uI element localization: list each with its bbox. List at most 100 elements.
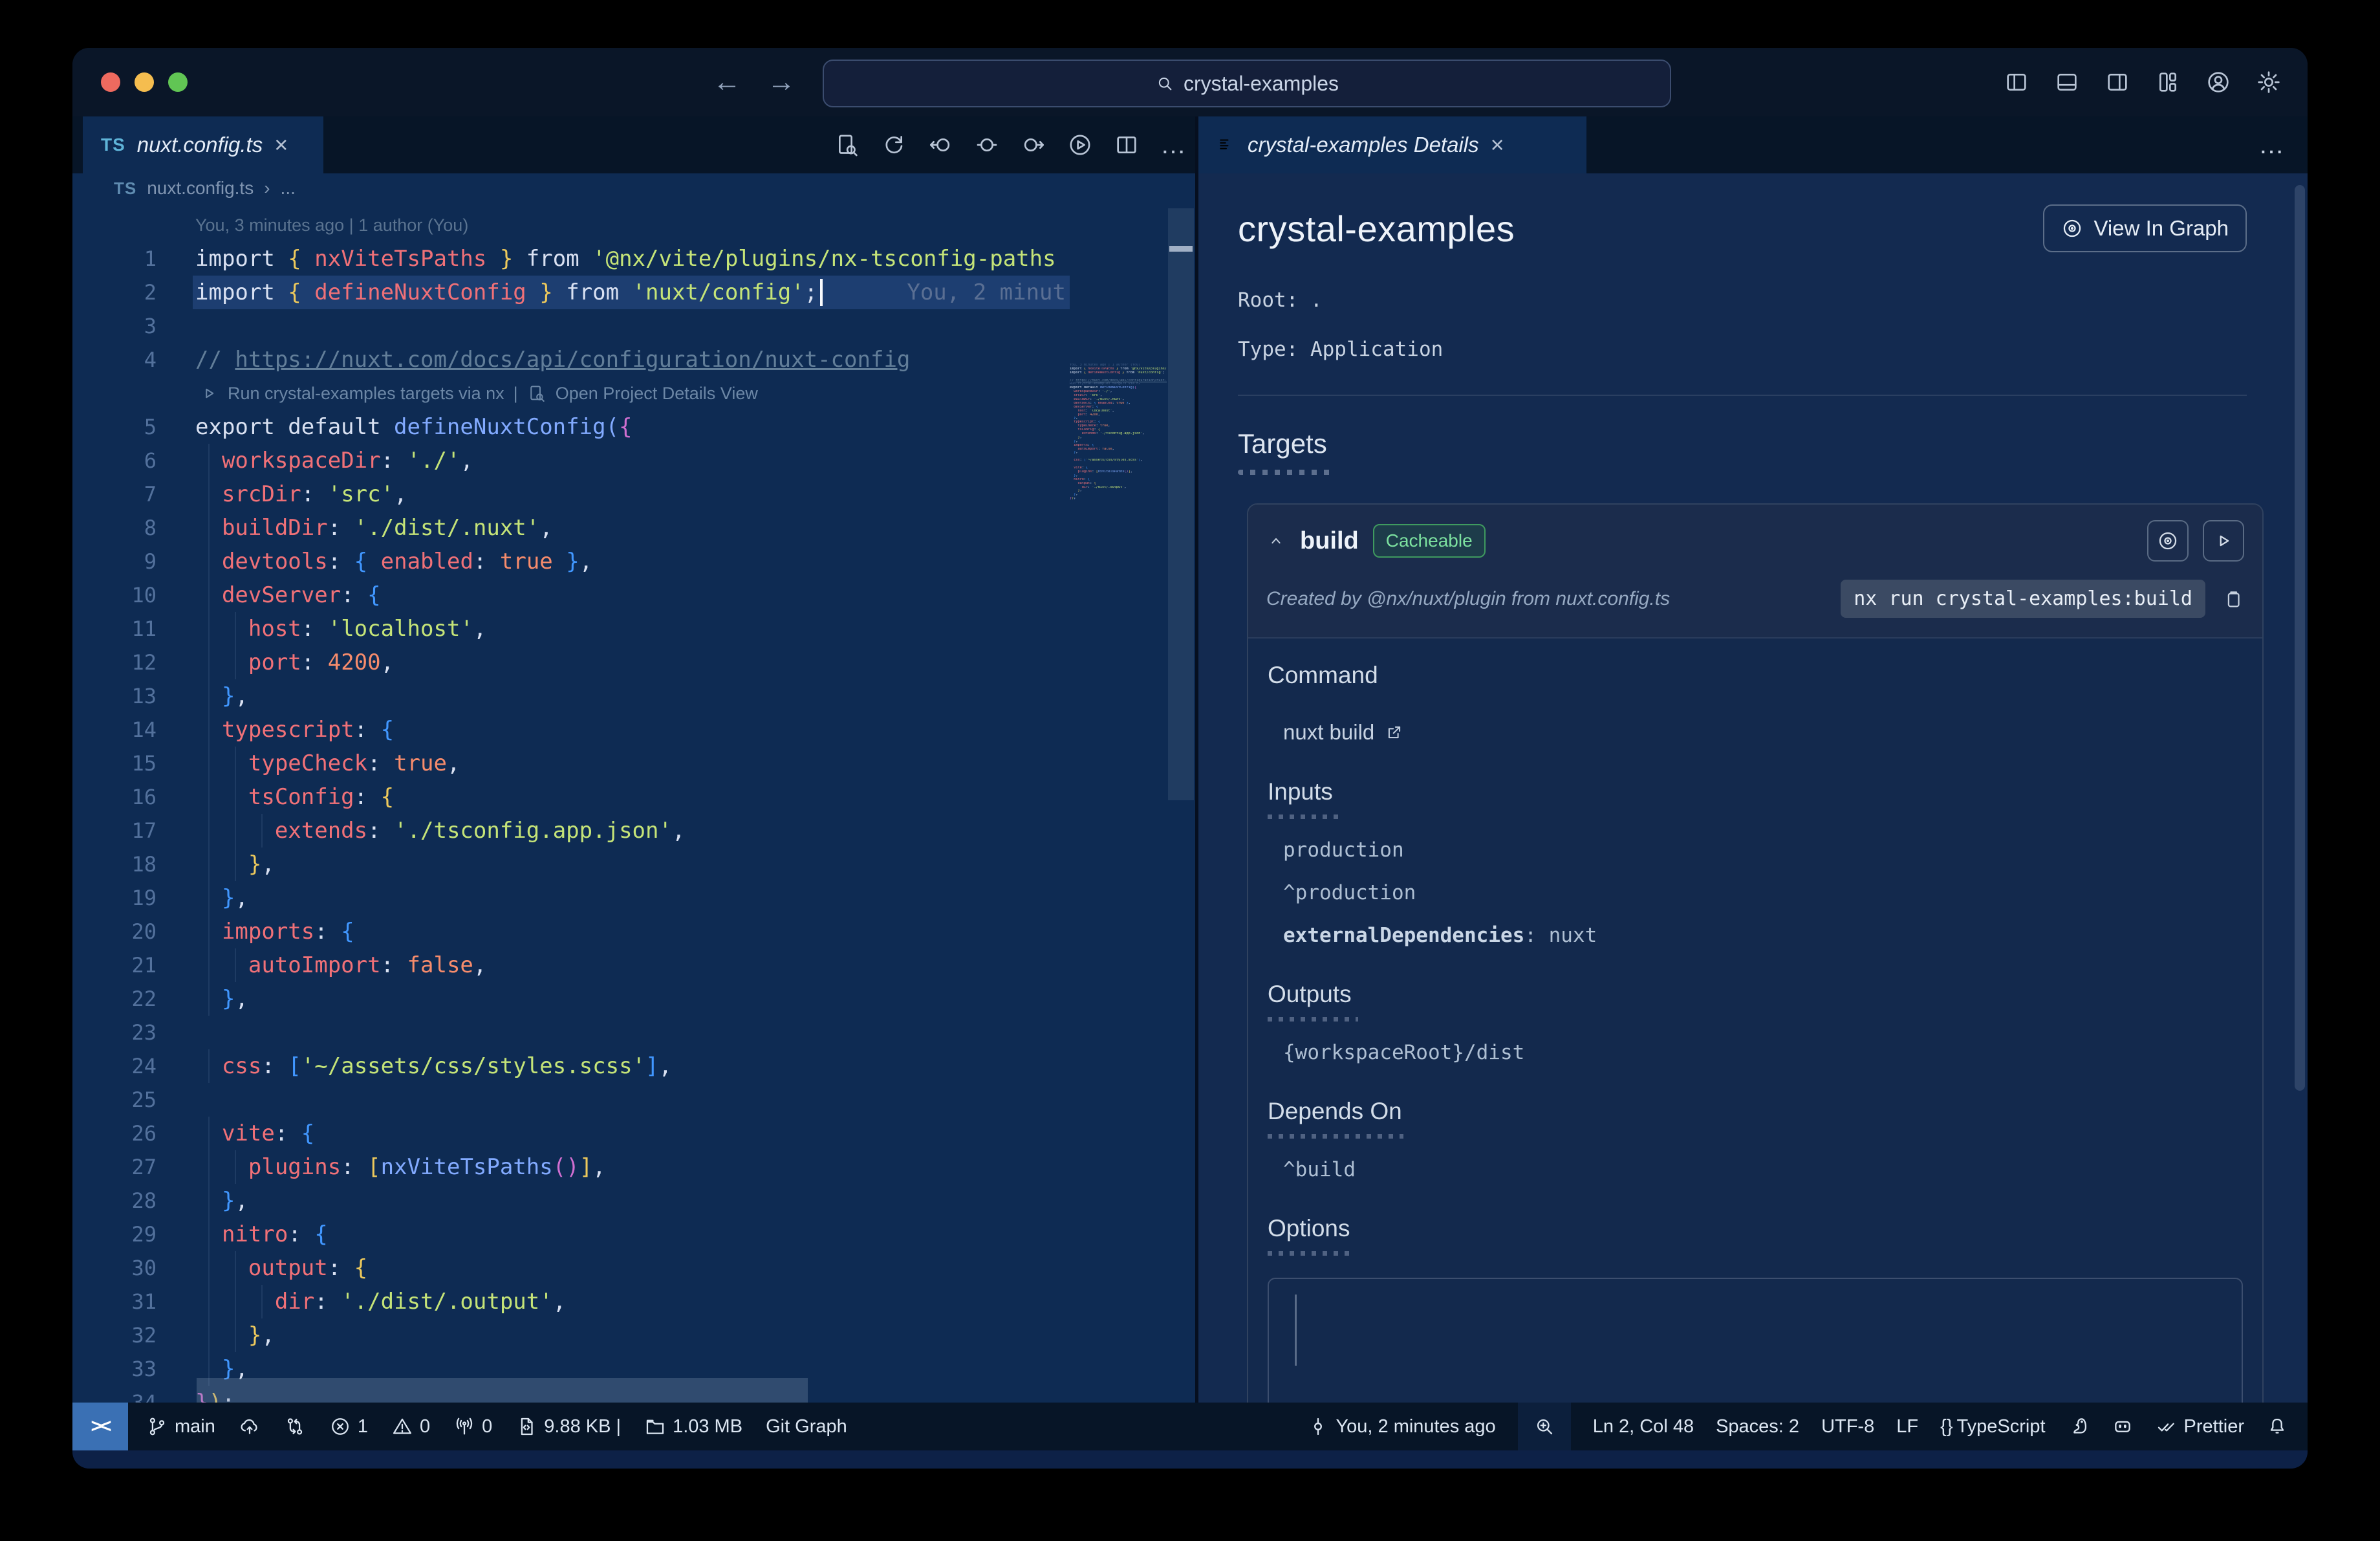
codelens-open-details-link[interactable]: Open Project Details View — [556, 377, 758, 410]
code-line[interactable]: 31 dir: './dist/.output', — [72, 1285, 1070, 1318]
line-number: 23 — [131, 1020, 157, 1045]
editor-horizontal-scrollbar[interactable] — [197, 1378, 808, 1403]
refresh-icon[interactable] — [881, 132, 907, 158]
code-line[interactable]: 8 buildDir: './dist/.nuxt', — [72, 511, 1070, 545]
view-target-button[interactable] — [2147, 520, 2189, 562]
blame-status-status-item[interactable]: You, 2 minutes ago — [1307, 1415, 1496, 1437]
panel-more-actions-button[interactable]: … — [2258, 116, 2284, 173]
collapse-chevron-icon[interactable] — [1266, 531, 1286, 551]
code-line[interactable]: 1 import { nxViteTsPaths } from '@nx/vite… — [72, 242, 1070, 276]
tab-nuxt-config[interactable]: TS nuxt.config.ts × — [83, 116, 323, 173]
compare-icon — [284, 1415, 306, 1437]
file-search-icon[interactable] — [834, 132, 860, 158]
code-line[interactable]: 26 vite: { — [72, 1117, 1070, 1150]
code-line[interactable]: 16 tsConfig: { — [72, 780, 1070, 814]
file-size-status-item[interactable]: 9.88 KB | — [515, 1415, 621, 1437]
editor-vertical-scrollbar[interactable] — [1167, 203, 1195, 1403]
code-line[interactable]: 2 import { defineNuxtConfig } from 'nuxt/… — [72, 276, 1070, 309]
nuxt-config-docs-link[interactable]: https://nuxt.com/docs/api/configuration/… — [235, 347, 910, 373]
run-circle-icon[interactable] — [1067, 132, 1093, 158]
code-line[interactable]: 18 }, — [72, 847, 1070, 881]
zoom-status-status-item[interactable] — [1517, 1403, 1571, 1450]
line-number: 5 — [144, 415, 157, 439]
options-json-editor[interactable]: { "cwd": "."} — [1268, 1278, 2243, 1403]
code-line[interactable]: 29 nitro: { — [72, 1218, 1070, 1251]
code-line[interactable]: 20 imports: { — [72, 915, 1070, 948]
squirrel-extension-status-item[interactable] — [2068, 1415, 2090, 1437]
account-icon[interactable] — [2205, 69, 2231, 95]
language-mode-status-item[interactable]: { } TypeScript — [1940, 1416, 2045, 1437]
minimap[interactable]: You, 3 minutes ago | 1 author (You) impor… — [1070, 364, 1167, 635]
history-forward-button[interactable]: → — [767, 66, 795, 98]
layout-sidebar-left-icon[interactable] — [2004, 69, 2029, 95]
code-line[interactable]: 21 autoImport: false, — [72, 948, 1070, 982]
more-actions-button[interactable]: … — [1160, 131, 1186, 160]
code-line[interactable]: 9 devtools: { enabled: true }, — [72, 545, 1070, 578]
code-line[interactable]: 12 port: 4200, — [72, 646, 1070, 679]
history-back-button[interactable]: ← — [713, 66, 741, 98]
code-line[interactable]: 23 — [72, 1016, 1070, 1049]
code-line[interactable]: 10 devServer: { — [72, 578, 1070, 612]
copilot-status-item[interactable] — [2112, 1415, 2134, 1437]
code-line[interactable]: 30 output: { — [72, 1251, 1070, 1285]
copy-icon[interactable] — [2222, 588, 2244, 610]
code-line[interactable]: 4// https://nuxt.com/docs/api/configurat… — [72, 343, 1070, 377]
close-window-button[interactable] — [101, 72, 120, 92]
close-tab-icon[interactable]: × — [274, 133, 288, 157]
code-line[interactable]: 15 typeCheck: true, — [72, 747, 1070, 780]
publish-changes-status-item[interactable] — [239, 1415, 261, 1437]
code-line[interactable]: 13 }, — [72, 679, 1070, 713]
code-line[interactable]: 5 export default defineNuxtConfig({ — [72, 410, 1070, 444]
tab-project-details[interactable]: crystal-examples Details × — [1198, 116, 1586, 173]
remote-indicator[interactable]: >< — [72, 1403, 128, 1450]
git-graph-status-item[interactable]: Git Graph — [766, 1416, 847, 1437]
cursor-position-status-item[interactable]: Ln 2, Col 48 — [1593, 1416, 1694, 1437]
layout-panel-icon[interactable] — [2054, 69, 2080, 95]
command-center-search[interactable]: crystal-examples — [823, 60, 1671, 107]
split-editor-icon[interactable] — [1114, 132, 1140, 158]
breadcrumb-file[interactable]: nuxt.config.ts — [147, 178, 254, 199]
code-line[interactable]: 19 }, — [72, 881, 1070, 915]
nav-dot-icon[interactable] — [974, 132, 1000, 158]
code-line[interactable]: 28 }, — [72, 1184, 1070, 1218]
breadcrumb-more[interactable]: ... — [281, 178, 296, 199]
indentation-status-item[interactable]: Spaces: 2 — [1716, 1416, 1799, 1437]
nav-back-icon[interactable] — [927, 132, 953, 158]
layout-sidebar-right-icon[interactable] — [2104, 69, 2130, 95]
encoding-status-item[interactable]: UTF-8 — [1821, 1416, 1874, 1437]
code-line[interactable]: 32 }, — [72, 1318, 1070, 1352]
code-line[interactable]: 27 plugins: [nxViteTsPaths()], — [72, 1150, 1070, 1184]
code-line[interactable]: 7 srcDir: 'src', — [72, 477, 1070, 511]
folder-size-status-item[interactable]: 1.03 MB — [644, 1415, 742, 1437]
codelens-run-link[interactable]: Run crystal-examples targets via nx — [228, 377, 504, 410]
problems-warnings-status-item[interactable]: 0 — [391, 1415, 430, 1437]
code-line[interactable]: 22 }, — [72, 982, 1070, 1016]
forwarded-ports-status-item[interactable]: 0 — [453, 1415, 492, 1437]
gear-icon[interactable] — [2256, 69, 2282, 95]
breadcrumb[interactable]: TS nuxt.config.ts › ... — [72, 173, 1195, 203]
code-line[interactable]: 6 workspaceDir: './', — [72, 444, 1070, 477]
prettier-status-item[interactable]: Prettier — [2156, 1415, 2244, 1437]
code-line[interactable]: 17 extends: './tsconfig.app.json', — [72, 814, 1070, 847]
line-number: 34 — [131, 1390, 157, 1403]
eol-status-item[interactable]: LF — [1896, 1416, 1918, 1437]
problems-errors-status-item[interactable]: 1 — [329, 1415, 368, 1437]
minimize-window-button[interactable] — [135, 72, 154, 92]
code-line[interactable]: 3 — [72, 309, 1070, 343]
close-tab-icon[interactable]: × — [1491, 133, 1504, 157]
git-compare-status-item[interactable] — [284, 1415, 306, 1437]
code-line[interactable]: 11 host: 'localhost', — [72, 612, 1070, 646]
nav-forward-icon[interactable] — [1021, 132, 1046, 158]
code-line[interactable]: 24 css: ['~/assets/css/styles.scss'], — [72, 1049, 1070, 1083]
run-target-button[interactable] — [2203, 520, 2244, 562]
panel-scrollbar[interactable] — [2295, 185, 2305, 1091]
layout-grid-icon[interactable] — [2155, 69, 2181, 95]
view-in-graph-button[interactable]: View In Graph — [2043, 204, 2247, 252]
git-branch-status-item[interactable]: main — [146, 1415, 215, 1437]
external-link-icon[interactable] — [1385, 723, 1404, 742]
notifications-status-item[interactable] — [2266, 1415, 2288, 1437]
code-line[interactable]: 14 typescript: { — [72, 713, 1070, 747]
code-editor[interactable]: You, 3 minutes ago | 1 author (You) 1 impo… — [72, 203, 1195, 1403]
maximize-window-button[interactable] — [168, 72, 188, 92]
code-line[interactable]: 25 — [72, 1083, 1070, 1117]
